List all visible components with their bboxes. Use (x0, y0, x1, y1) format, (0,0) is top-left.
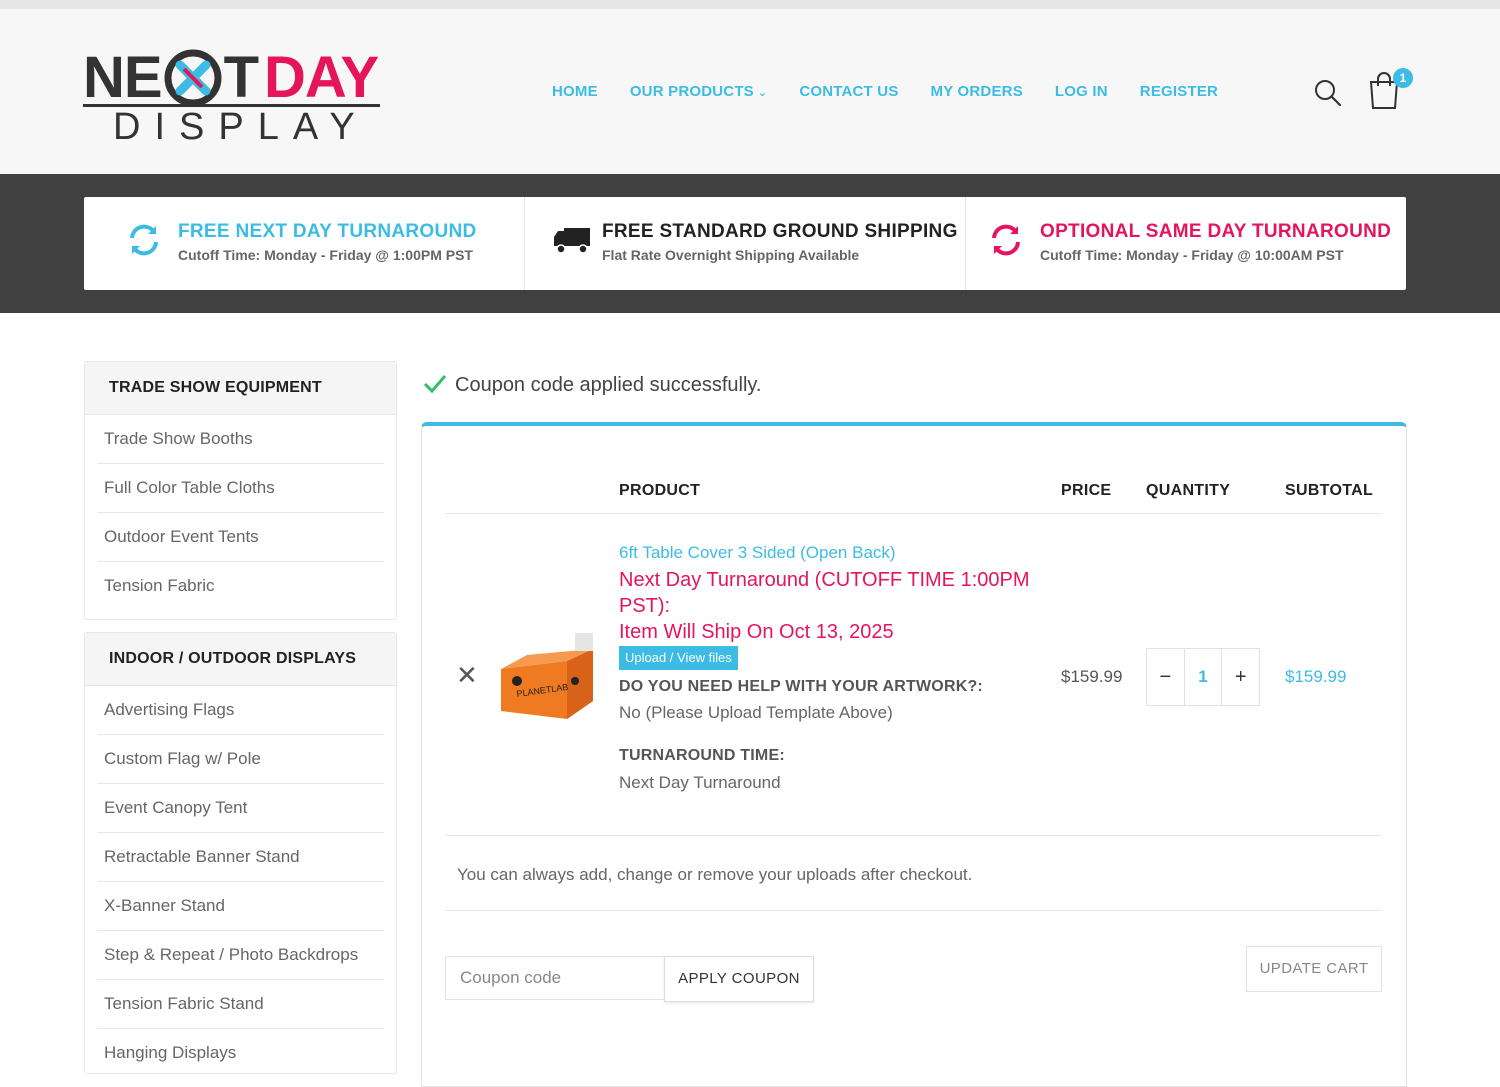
sidebar-item-tension-fabric-stand[interactable]: Tension Fabric Stand (97, 980, 384, 1029)
logo-x-icon (162, 48, 224, 108)
promo-title: OPTIONAL SAME DAY TURNAROUND (1040, 221, 1392, 242)
cart-count-badge: 1 (1393, 68, 1413, 88)
promo-subtitle: Flat Rate Overnight Shipping Available (602, 247, 860, 263)
col-header-price: PRICE (1061, 482, 1112, 499)
main-nav: HOME OUR PRODUCTS ⌄ CONTACT US MY ORDERS … (552, 83, 1250, 100)
cart-table: PRODUCT PRICE QUANTITY SUBTOTAL ✕ PLANET… (421, 422, 1407, 1087)
quantity-stepper: − 1 + (1146, 648, 1260, 706)
product-thumbnail[interactable]: PLANETLAB (497, 631, 597, 726)
logo-text-ne: NE (83, 45, 163, 110)
item-subtotal: $159.99 (1285, 667, 1347, 686)
row-divider (445, 835, 1381, 836)
turnaround-time-value: Next Day Turnaround (619, 773, 781, 792)
nav-register[interactable]: REGISTER (1140, 83, 1218, 100)
sidebar-item-advertising-flags[interactable]: Advertising Flags (97, 686, 384, 735)
quantity-decrease-button[interactable]: − (1147, 649, 1184, 705)
promo-subtitle: Cutoff Time: Monday - Friday @ 10:00AM P… (1040, 247, 1344, 263)
nav-my-orders[interactable]: MY ORDERS (931, 83, 1023, 100)
checkmark-icon (423, 372, 447, 394)
chevron-down-icon: ⌄ (757, 87, 768, 99)
coupon-code-input[interactable] (445, 956, 673, 1000)
sidebar-item-tension-fabric[interactable]: Tension Fabric (97, 562, 384, 610)
remove-item-icon[interactable]: ✕ (456, 660, 478, 691)
sidebar-item-step-repeat[interactable]: Step & Repeat / Photo Backdrops (97, 931, 384, 980)
promo-title: FREE STANDARD GROUND SHIPPING (602, 221, 958, 242)
sidebar-heading: INDOOR / OUTDOOR DISPLAYS (85, 633, 396, 686)
product-name-link[interactable]: 6ft Table Cover 3 Sided (Open Back) (619, 543, 896, 563)
sidebar-item-table-cloths[interactable]: Full Color Table Cloths (97, 464, 384, 513)
logo-text-t: T (223, 45, 259, 110)
sidebar-displays: INDOOR / OUTDOOR DISPLAYS Advertising Fl… (84, 632, 397, 1074)
site-logo[interactable]: NE T DAY DISPLAY (83, 40, 383, 148)
quantity-input[interactable]: 1 (1183, 649, 1223, 705)
artwork-help-value: No (Please Upload Template Above) (619, 703, 893, 722)
sidebar-item-event-tents[interactable]: Outdoor Event Tents (97, 513, 384, 562)
refresh-icon (126, 222, 162, 258)
nav-home[interactable]: HOME (552, 83, 598, 100)
uploads-note: You can always add, change or remove you… (457, 865, 973, 884)
row-divider (445, 910, 1381, 911)
promo-shipping: FREE STANDARD GROUND SHIPPING Flat Rate … (525, 197, 966, 290)
col-header-subtotal: SUBTOTAL (1285, 482, 1374, 499)
top-strip (0, 0, 1500, 9)
turnaround-time-label: TURNAROUND TIME: (619, 747, 785, 764)
nav-our-products-label: OUR PRODUCTS (629, 83, 754, 100)
sidebar-item-retractable-banner[interactable]: Retractable Banner Stand (97, 833, 384, 882)
promo-subtitle: Cutoff Time: Monday - Friday @ 1:00PM PS… (178, 247, 473, 263)
sidebar-item-custom-flag[interactable]: Custom Flag w/ Pole (97, 735, 384, 784)
update-cart-button[interactable]: UPDATE CART (1246, 946, 1382, 992)
coupon-success-notice: Coupon code applied successfully. (423, 372, 761, 397)
refresh-icon (988, 222, 1024, 258)
logo-text-display: DISPLAY (113, 106, 369, 148)
promo-same-day: OPTIONAL SAME DAY TURNAROUND Cutoff Time… (966, 197, 1406, 290)
col-header-quantity: QUANTITY (1146, 482, 1231, 499)
sidebar-trade-show: TRADE SHOW EQUIPMENT Trade Show Booths F… (84, 361, 397, 620)
item-price: $159.99 (1061, 667, 1123, 686)
ship-date: Item Will Ship On Oct 13, 2025 (619, 621, 894, 643)
search-icon[interactable] (1313, 78, 1343, 108)
coupon-success-text: Coupon code applied successfully. (455, 374, 762, 396)
sidebar-item-hanging-displays[interactable]: Hanging Displays (97, 1029, 384, 1077)
turnaround-cutoff: Next Day Turnaround (CUTOFF TIME 1:00PM … (619, 569, 1030, 617)
artwork-help-label: DO YOU NEED HELP WITH YOUR ARTWORK?: (619, 678, 983, 695)
nav-our-products[interactable]: OUR PRODUCTS ⌄ (630, 83, 768, 100)
nav-log-in[interactable]: LOG IN (1055, 83, 1108, 100)
nav-contact-us[interactable]: CONTACT US (799, 83, 898, 100)
promo-next-day: FREE NEXT DAY TURNAROUND Cutoff Time: Mo… (84, 197, 525, 290)
promo-box: FREE NEXT DAY TURNAROUND Cutoff Time: Mo… (84, 197, 1406, 290)
upload-files-button[interactable]: Upload / View files (619, 646, 738, 670)
sidebar-item-canopy-tent[interactable]: Event Canopy Tent (97, 784, 384, 833)
apply-coupon-button[interactable]: APPLY COUPON (664, 956, 814, 1002)
header-divider (445, 513, 1381, 514)
promo-title: FREE NEXT DAY TURNAROUND (178, 221, 477, 242)
col-header-product: PRODUCT (619, 482, 701, 499)
quantity-increase-button[interactable]: + (1222, 649, 1259, 705)
logo-wordmark: NE T DAY (83, 45, 379, 110)
logo-text-day: DAY (264, 45, 379, 110)
turnaround-note: Next Day Turnaround (CUTOFF TIME 1:00PM … (619, 567, 1039, 645)
sidebar-item-trade-show-booths[interactable]: Trade Show Booths (97, 415, 384, 464)
sidebar-item-x-banner[interactable]: X-Banner Stand (97, 882, 384, 931)
truck-icon (553, 222, 590, 258)
sidebar-heading: TRADE SHOW EQUIPMENT (85, 362, 396, 415)
